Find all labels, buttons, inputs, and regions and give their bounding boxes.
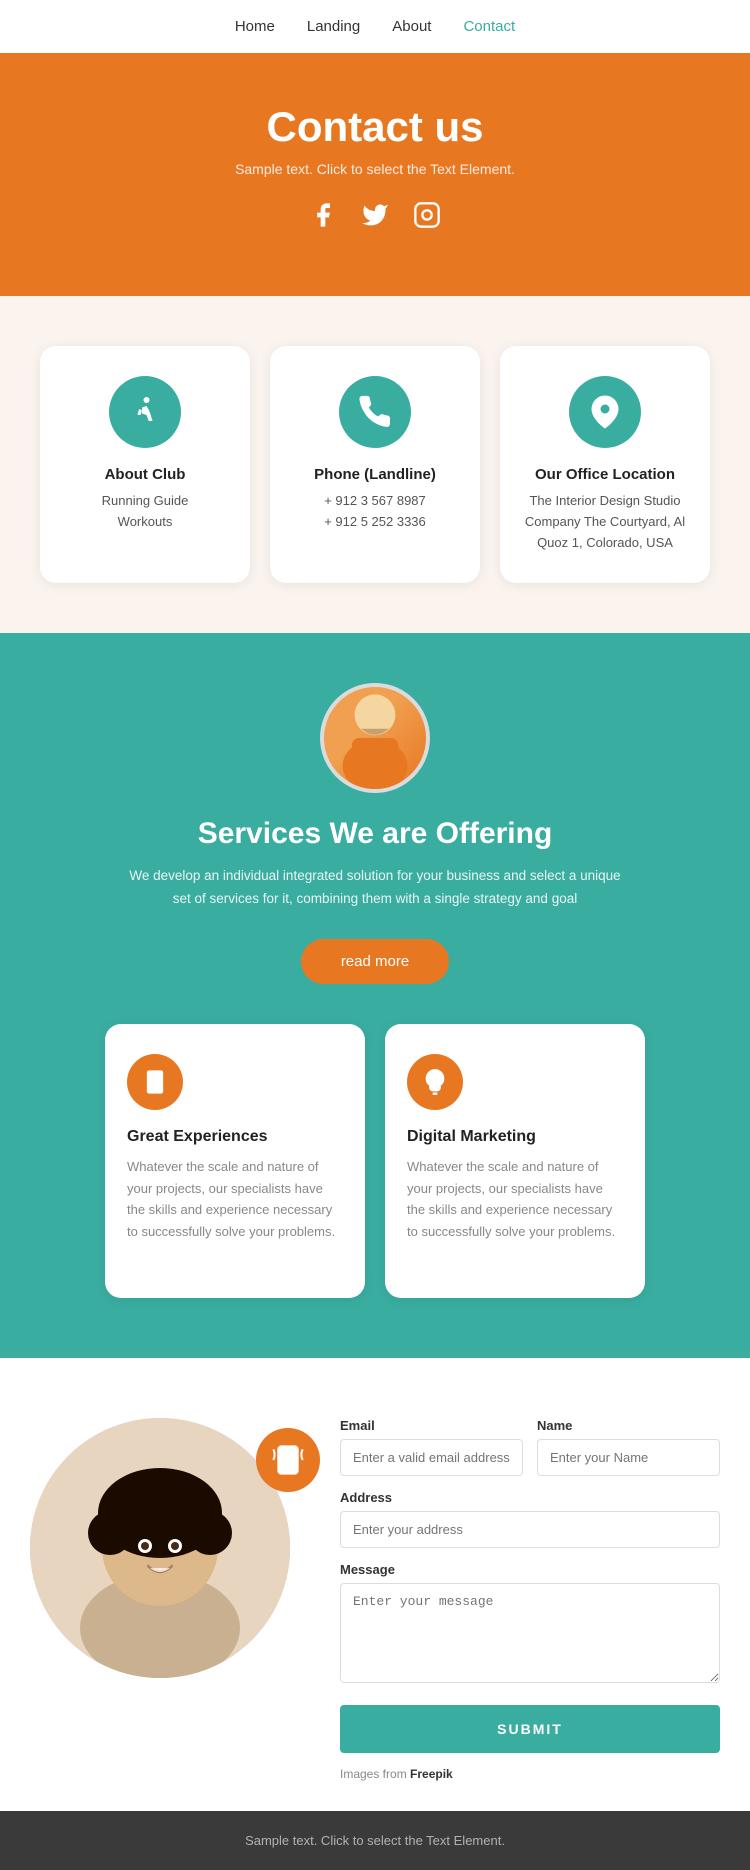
mobile-icon-wrap [127, 1054, 183, 1110]
digital-marketing-card: Digital Marketing Whatever the scale and… [385, 1024, 645, 1298]
services-avatar [320, 683, 430, 793]
name-field-group: Name [537, 1418, 720, 1476]
twitter-icon[interactable] [361, 201, 389, 236]
address-label: Address [340, 1490, 720, 1505]
hero-title: Contact us [20, 103, 730, 151]
about-club-lines: Running GuideWorkouts [60, 491, 230, 533]
contact-left-panel [30, 1418, 310, 1678]
address-input[interactable] [340, 1511, 720, 1548]
freepik-note: Images from Freepik [340, 1767, 720, 1781]
address-field-group: Address [340, 1490, 720, 1548]
email-field-group: Email [340, 1418, 523, 1476]
instagram-icon[interactable] [413, 201, 441, 236]
mobile-icon [141, 1068, 169, 1096]
name-input[interactable] [537, 1439, 720, 1476]
location-address: The Interior Design Studio Company The C… [520, 491, 690, 553]
name-label: Name [537, 1418, 720, 1433]
nav-about[interactable]: About [392, 18, 431, 35]
digital-marketing-desc: Whatever the scale and nature of your pr… [407, 1156, 623, 1242]
about-club-card: About Club Running GuideWorkouts [40, 346, 250, 583]
great-experiences-desc: Whatever the scale and nature of your pr… [127, 1156, 343, 1242]
phone-signal-svg [272, 1444, 304, 1476]
nav-home[interactable]: Home [235, 18, 275, 35]
bulb-icon-wrap [407, 1054, 463, 1110]
location-card: Our Office Location The Interior Design … [500, 346, 710, 583]
contact-person-image [30, 1418, 290, 1678]
services-section: Services We are Offering We develop an i… [0, 633, 750, 1358]
email-input[interactable] [340, 1439, 523, 1476]
message-label: Message [340, 1562, 720, 1577]
location-icon [587, 394, 623, 430]
submit-button[interactable]: SUBMIT [340, 1705, 720, 1753]
facebook-icon[interactable] [309, 201, 337, 236]
email-name-row: Email Name [340, 1418, 720, 1476]
phone-icon-wrap [339, 376, 411, 448]
service-cards-container: Great Experiences Whatever the scale and… [30, 1024, 720, 1298]
services-title: Services We are Offering [30, 817, 720, 851]
about-club-title: About Club [60, 466, 230, 483]
freepik-brand: Freepik [410, 1767, 453, 1781]
message-textarea[interactable] [340, 1583, 720, 1683]
phone-signal-icon [256, 1428, 320, 1492]
runner-icon-wrap [109, 376, 181, 448]
digital-marketing-title: Digital Marketing [407, 1128, 623, 1146]
phone-card: Phone (Landline) + 912 3 567 8987+ 912 5… [270, 346, 480, 583]
phone-title: Phone (Landline) [290, 466, 460, 483]
footer: Sample text. Click to select the Text El… [0, 1811, 750, 1870]
hero-section: Contact us Sample text. Click to select … [0, 53, 750, 296]
services-description: We develop an individual integrated solu… [125, 865, 625, 911]
great-experiences-title: Great Experiences [127, 1128, 343, 1146]
nav-landing[interactable]: Landing [307, 18, 360, 35]
email-label: Email [340, 1418, 523, 1433]
bulb-icon [421, 1068, 449, 1096]
info-cards-section: About Club Running GuideWorkouts Phone (… [0, 296, 750, 633]
phone-icon [357, 394, 393, 430]
social-icons [20, 201, 730, 236]
location-icon-wrap [569, 376, 641, 448]
nav-contact[interactable]: Contact [463, 18, 515, 35]
hero-subtitle: Sample text. Click to select the Text El… [20, 161, 730, 177]
footer-text: Sample text. Click to select the Text El… [22, 1833, 728, 1848]
read-more-button[interactable]: read more [301, 939, 449, 984]
contact-person-svg [30, 1418, 290, 1678]
person-silhouette [324, 683, 426, 793]
location-title: Our Office Location [520, 466, 690, 483]
great-experiences-card: Great Experiences Whatever the scale and… [105, 1024, 365, 1298]
message-field-group: Message [340, 1562, 720, 1683]
phone-numbers: + 912 3 567 8987+ 912 5 252 3336 [290, 491, 460, 533]
contact-form-section: Email Name Address Message SUBMIT Images… [0, 1358, 750, 1811]
runner-icon [127, 394, 163, 430]
main-nav: Home Landing About Contact [0, 0, 750, 53]
contact-form: Email Name Address Message SUBMIT Images… [340, 1418, 720, 1781]
